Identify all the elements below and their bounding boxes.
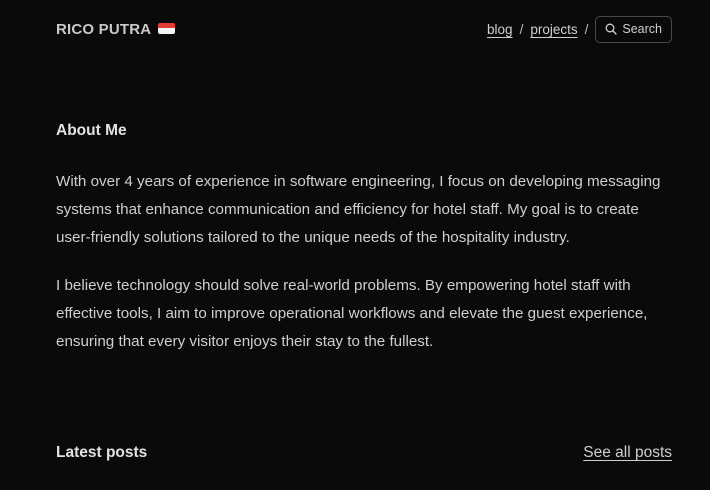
latest-posts-heading: Latest posts [56,444,148,461]
indonesia-flag-icon [158,22,176,34]
site-title: RICO PUTRA [56,20,152,38]
page: RICO PUTRA blog / projects / Search Abou… [0,0,710,490]
see-all-posts-link[interactable]: See all posts [583,444,672,462]
nav-separator: / [584,21,589,37]
about-heading: About Me [56,122,127,139]
about-paragraph: I believe technology should solve real-w… [56,277,648,350]
main-content: About Me With over 4 years of experience… [56,122,672,356]
main-nav: blog / projects / Search [487,15,672,43]
latest-posts-header: Latest posts See all posts [56,444,672,462]
site-header: RICO PUTRA blog / projects / Search [56,14,672,44]
about-paragraph: With over 4 years of experience in softw… [56,173,661,246]
search-icon [605,23,618,35]
site-title-link[interactable]: RICO PUTRA [56,20,176,38]
search-button[interactable]: Search [595,15,672,43]
nav-separator: / [519,21,524,37]
nav-link-projects[interactable]: projects [530,22,577,37]
nav-link-blog[interactable]: blog [487,22,513,37]
search-button-label: Search [622,22,662,36]
